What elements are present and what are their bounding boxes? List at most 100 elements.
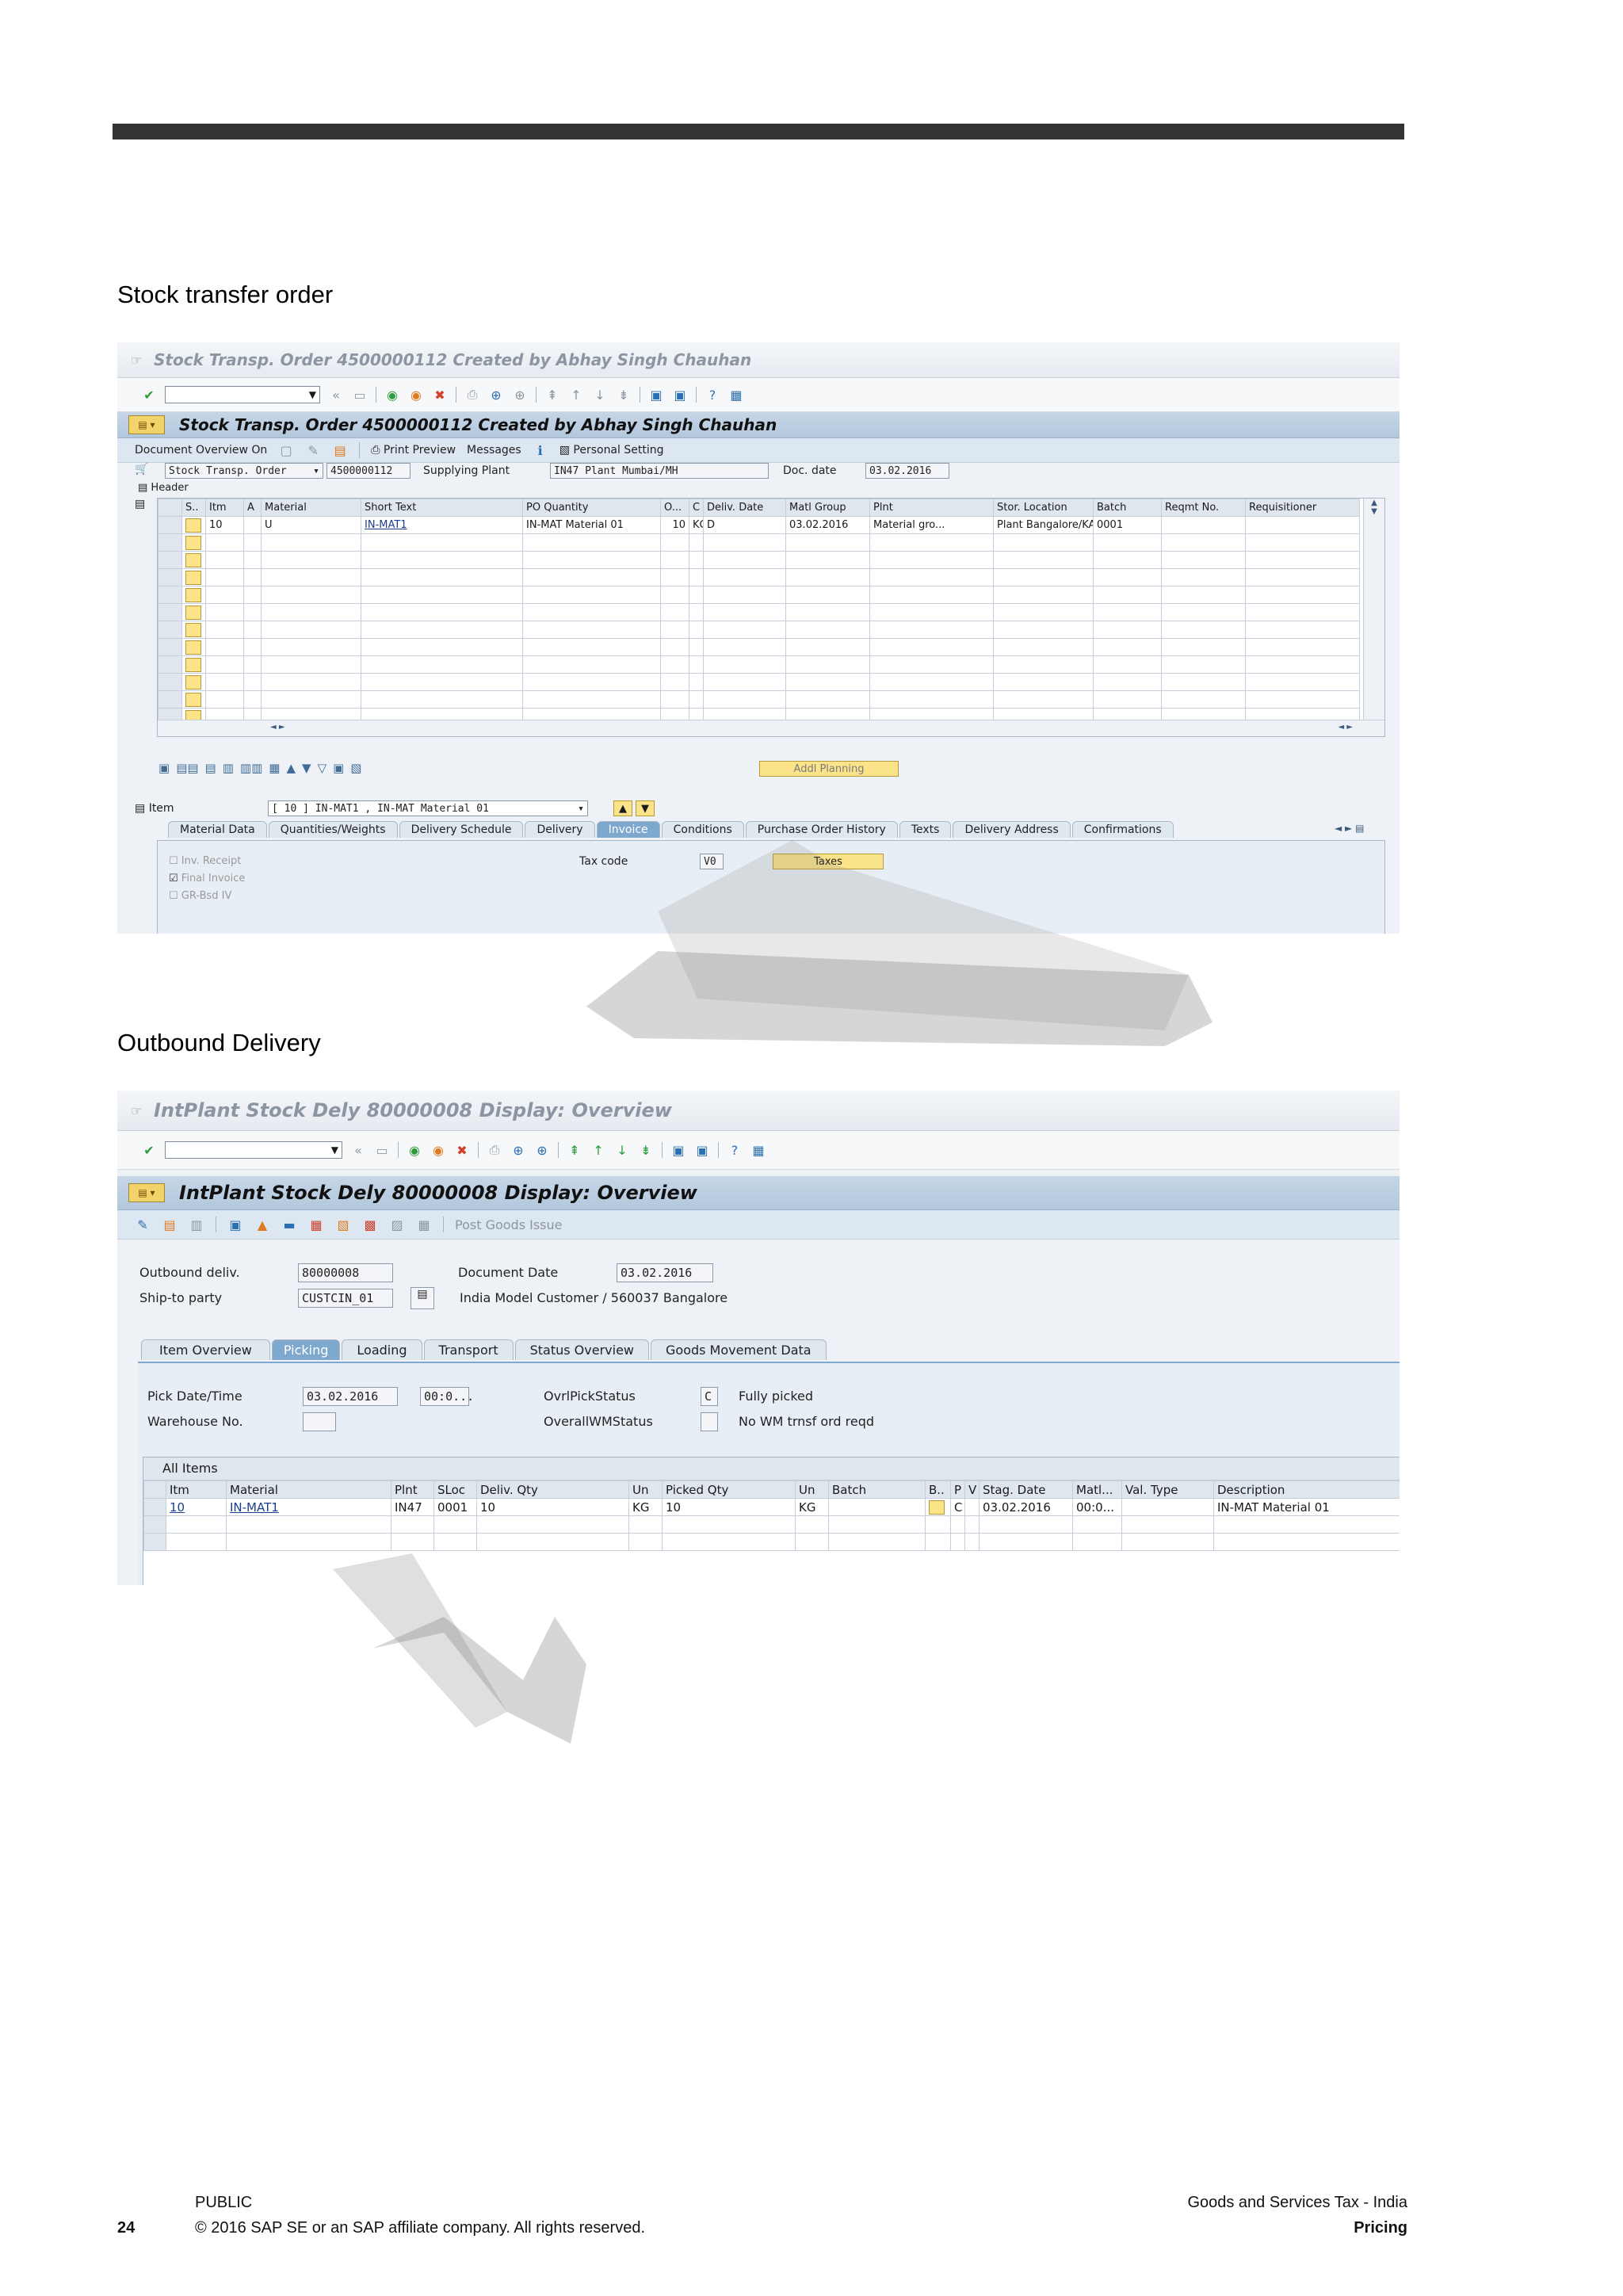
previous-page-icon[interactable]: ↑ xyxy=(590,1142,606,1158)
matl-cell[interactable]: 00:0... xyxy=(1072,1498,1122,1516)
vertical-scrollbar[interactable]: ▲ ▼ xyxy=(1363,499,1384,736)
menu-icon[interactable]: ▤ ▾ xyxy=(128,415,165,434)
help-icon[interactable]: ? xyxy=(705,387,720,403)
item-cell[interactable]: 10 xyxy=(166,1498,227,1516)
table-row[interactable] xyxy=(158,673,1361,691)
header-toggle[interactable]: ▤ Header xyxy=(138,482,189,494)
tax-code-field[interactable]: V0 xyxy=(700,854,724,869)
tab-quantities-weights[interactable]: Quantities/Weights xyxy=(268,821,398,838)
column-header[interactable]: Description xyxy=(1213,1480,1400,1499)
material-cell[interactable]: IN-MAT1 xyxy=(361,516,524,534)
document-overview-button[interactable]: Document Overview On xyxy=(135,444,267,457)
description-cell[interactable]: IN-MAT Material 01 xyxy=(1213,1498,1400,1516)
short-text-cell[interactable]: IN-MAT Material 01 xyxy=(522,516,662,534)
table-row[interactable] xyxy=(158,533,1361,552)
batch-cell[interactable] xyxy=(1161,516,1247,534)
previous-item-icon[interactable]: ▲ xyxy=(613,800,632,816)
other-document-icon[interactable]: ▤ xyxy=(332,442,348,458)
status-box[interactable] xyxy=(185,605,201,620)
personal-setting-button[interactable]: ▧ Personal Setting xyxy=(559,444,664,457)
item-details-icon[interactable]: ▣ xyxy=(227,1217,243,1232)
tab-delivery-schedule[interactable]: Delivery Schedule xyxy=(399,821,524,838)
enter-icon[interactable]: ✔ xyxy=(141,387,157,403)
sort-ascending-icon[interactable]: ▲ xyxy=(286,761,296,775)
column-header[interactable]: Plnt xyxy=(391,1480,434,1499)
find-icon[interactable]: ⊕ xyxy=(488,387,504,403)
status-box[interactable] xyxy=(185,518,201,533)
matl-group-cell[interactable]: Material gro... xyxy=(869,516,995,534)
print-icon[interactable]: ⎙ xyxy=(464,387,480,403)
select-all-cell[interactable] xyxy=(143,1480,166,1499)
chevron-down-icon[interactable]: ▾ xyxy=(313,465,323,477)
new-document-icon[interactable]: ▢ xyxy=(278,442,294,458)
document-date-field[interactable]: 03.02.2016 xyxy=(617,1263,713,1282)
taxes-button[interactable]: Taxes xyxy=(773,854,884,869)
first-page-icon[interactable]: ⇞ xyxy=(567,1142,582,1158)
delete-icon[interactable]: ▥ xyxy=(189,1217,204,1232)
table-row[interactable] xyxy=(158,586,1361,604)
batch-cell[interactable] xyxy=(828,1498,926,1516)
scroll-down-icon[interactable]: ▼ xyxy=(1364,507,1384,516)
status-box[interactable] xyxy=(185,622,201,637)
column-header[interactable]: Material xyxy=(261,499,362,517)
expand-icon[interactable]: « xyxy=(328,387,344,403)
next-item-icon[interactable]: ▼ xyxy=(636,800,655,816)
column-header[interactable]: Picked Qty xyxy=(662,1480,796,1499)
i-cell[interactable]: U xyxy=(261,516,362,534)
scroll-left-icon[interactable]: ◄ ► xyxy=(270,723,285,732)
row-selector[interactable] xyxy=(143,1515,166,1534)
item-cell[interactable]: 10 xyxy=(204,516,245,534)
tab-goods-movement-data[interactable]: Goods Movement Data xyxy=(651,1339,827,1360)
ship-to-party-field[interactable]: CUSTCIN_01 xyxy=(298,1289,393,1308)
scroll-up-icon[interactable]: ▲ xyxy=(1364,499,1384,507)
column-header[interactable]: Stag. Date xyxy=(979,1480,1073,1499)
column-header[interactable]: Batch xyxy=(828,1480,926,1499)
plant-cell[interactable]: IN47 xyxy=(391,1498,434,1516)
ovrl-pick-status-field[interactable]: C xyxy=(701,1387,718,1406)
first-page-icon[interactable]: ⇞ xyxy=(544,387,560,403)
column-header[interactable]: Reqmt No. xyxy=(1161,499,1247,517)
print-icon[interactable]: ⎙ xyxy=(487,1142,502,1158)
post-goods-issue-button[interactable]: Post Goods Issue xyxy=(455,1217,563,1232)
exit-icon[interactable]: ◉ xyxy=(430,1142,446,1158)
reqmt-no-cell[interactable] xyxy=(1245,516,1361,534)
plant-cell[interactable]: Plant Bangalore/KA xyxy=(993,516,1094,534)
picked-qty-cell[interactable]: 10 xyxy=(662,1498,796,1516)
default-values-icon[interactable]: ▧ xyxy=(350,761,361,775)
find-next-icon[interactable]: ⊕ xyxy=(534,1142,550,1158)
change-icon[interactable]: ✎ xyxy=(135,1217,151,1232)
tab-texts[interactable]: Texts xyxy=(899,821,952,838)
column-header[interactable]: Val. Type xyxy=(1121,1480,1214,1499)
po-quantity-cell[interactable]: 10 xyxy=(660,516,690,534)
status-box[interactable] xyxy=(185,640,201,655)
status-box[interactable] xyxy=(185,552,201,567)
table-row[interactable] xyxy=(158,655,1361,674)
filter-icon[interactable]: ▽ xyxy=(318,761,327,775)
column-header[interactable]: Deliv. Date xyxy=(703,499,787,517)
table-row[interactable] xyxy=(143,1533,1400,1551)
material-cell[interactable]: IN-MAT1 xyxy=(226,1498,391,1516)
menu-icon[interactable]: ▤ ▾ xyxy=(128,1183,165,1202)
shortcut-icon[interactable]: ▣ xyxy=(672,387,688,403)
find-icon[interactable]: ⊕ xyxy=(510,1142,526,1158)
tab-scroll-icons[interactable]: ◄ ► ▤ xyxy=(1335,823,1364,834)
back-icon[interactable]: ◉ xyxy=(384,387,400,403)
find-next-icon[interactable]: ⊕ xyxy=(512,387,528,403)
item-overview-icon[interactable]: ▤ xyxy=(135,498,145,510)
table-row[interactable] xyxy=(158,551,1361,569)
table-row[interactable] xyxy=(143,1515,1400,1534)
enter-icon[interactable]: ✔ xyxy=(141,1142,157,1158)
inv-receipt-checkbox[interactable]: ☐ Inv. Receipt xyxy=(169,855,241,867)
row-selector[interactable] xyxy=(143,1533,166,1551)
material-link[interactable]: IN-MAT1 xyxy=(365,519,407,531)
column-header[interactable]: B.. xyxy=(925,1480,951,1499)
deliv-date-cell[interactable]: 03.02.2016 xyxy=(785,516,871,534)
delete-icon[interactable]: ▥ xyxy=(223,761,234,775)
menu-icon[interactable]: ☞ xyxy=(128,352,144,368)
sort-descending-icon[interactable]: ▼ xyxy=(302,761,311,775)
expand-icon[interactable]: « xyxy=(350,1142,366,1158)
horizontal-scrollbar[interactable]: ◄ ► ◄ ► xyxy=(158,720,1384,736)
texts-icon[interactable]: ▨ xyxy=(389,1217,405,1232)
supplying-plant-field[interactable]: IN47 Plant Mumbai/MH xyxy=(550,463,769,479)
item-select[interactable]: [ 10 ] IN-MAT1 , IN-MAT Material 01 ▾ xyxy=(268,800,588,816)
